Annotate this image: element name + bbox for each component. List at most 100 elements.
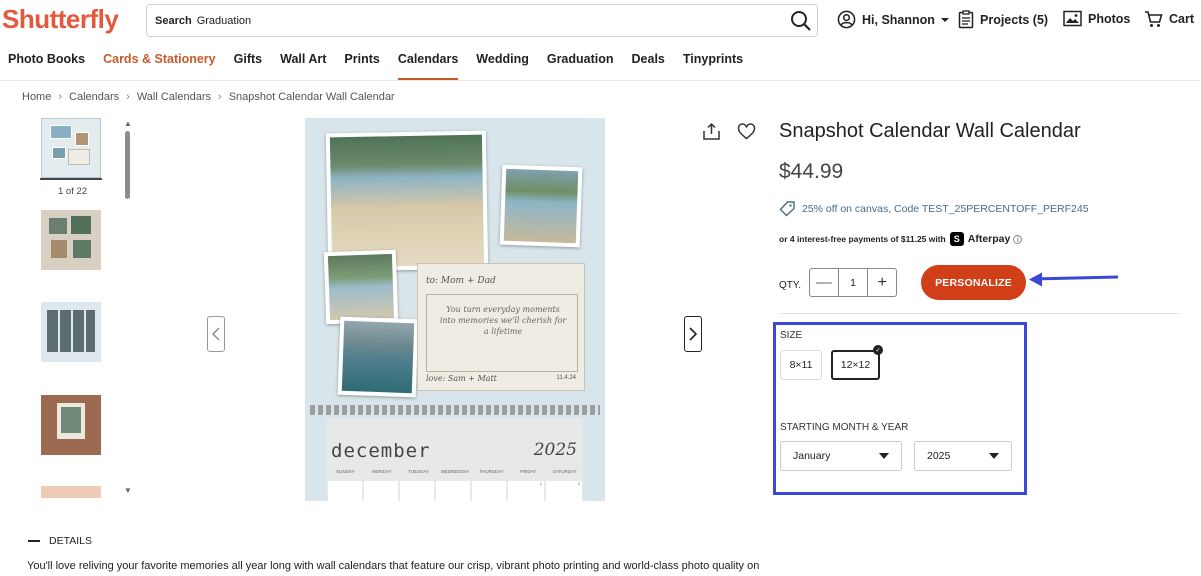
account-menu[interactable]: Hi, Shannon [837, 10, 956, 29]
thumbnail-scrollbar[interactable]: ▲ ▼ [124, 119, 132, 499]
quantity-stepper: — 1 + [809, 268, 897, 297]
message-card: to: Mom + Dad You turn everyday moments … [417, 263, 585, 391]
cart-icon [1145, 11, 1163, 27]
thumbnail-4[interactable] [41, 395, 101, 455]
search-bar[interactable]: Search Graduation [146, 4, 818, 37]
breadcrumb-wall-calendars[interactable]: Wall Calendars [137, 91, 211, 103]
promo-text: 25% off on canvas, Code TEST_25PERCENTOF… [802, 202, 1089, 215]
nav-gifts[interactable]: Gifts [234, 52, 262, 80]
user-icon [837, 10, 856, 29]
nav-prints[interactable]: Prints [344, 52, 379, 80]
product-preview-image: to: Mom + Dad You turn everyday moments … [305, 118, 605, 501]
size-option-8x11[interactable]: 8×11 [780, 350, 822, 380]
section-divider [779, 313, 1180, 314]
product-title: Snapshot Calendar Wall Calendar [779, 120, 1081, 142]
calendar-day-cell [364, 481, 398, 501]
annotation-arrow-icon [1029, 272, 1119, 287]
scrollbar-thumb[interactable] [125, 131, 130, 199]
calendar-day-cell [472, 481, 506, 501]
calendar-month-page: december 2025 SUNDAY MONDAY TUESDAY WEDN… [327, 418, 583, 501]
weekday-label: TUESDAY [407, 469, 429, 474]
size-option-12x12[interactable]: 12×12 [831, 350, 880, 380]
cart-label: Cart [1169, 12, 1195, 26]
photos-link[interactable]: Photos [1063, 10, 1130, 27]
thumbnail-1[interactable] [41, 118, 101, 178]
breadcrumb-calendars[interactable]: Calendars [69, 91, 119, 103]
collage-photo-shore [323, 249, 399, 325]
afterpay-logo-icon: S [949, 232, 964, 246]
afterpay-row: or 4 interest-free payments of $11.25 wi… [779, 232, 1023, 246]
nav-wall-art[interactable]: Wall Art [280, 52, 326, 80]
month-select[interactable]: January [780, 441, 902, 471]
previous-image-button[interactable] [207, 316, 225, 352]
personalize-button[interactable]: PERSONALIZE [921, 265, 1026, 300]
breadcrumb-home[interactable]: Home [22, 91, 51, 103]
thumbnail-selected-bar [40, 178, 102, 180]
search-input[interactable]: Graduation [197, 15, 251, 27]
nav-graduation[interactable]: Graduation [547, 52, 614, 80]
projects-link[interactable]: Projects (5) [958, 10, 1048, 29]
favorite-heart-icon[interactable] [737, 123, 756, 140]
calendar-day-cell [436, 481, 470, 501]
nav-tinyprints[interactable]: Tinyprints [683, 52, 743, 80]
breadcrumb: Home › Calendars › Wall Calendars › Snapshot C… [22, 91, 395, 103]
product-price: $44.99 [779, 160, 844, 183]
thumbnail-3[interactable] [41, 302, 101, 362]
year-select[interactable]: 2025 [914, 441, 1012, 471]
next-image-button[interactable] [684, 316, 702, 352]
thumbnail-5[interactable] [41, 486, 101, 498]
photo-icon [1063, 10, 1082, 27]
weekday-label: WEDNESDAY [440, 469, 470, 474]
card-date-text: 11.4.24 [556, 375, 576, 381]
scroll-down-icon[interactable]: ▼ [124, 486, 132, 495]
account-label: Hi, Shannon [862, 12, 935, 27]
details-description: You'll love reliving your favorite memor… [27, 560, 760, 572]
month-select-value: January [793, 450, 831, 462]
calendar-day-cell [400, 481, 434, 501]
size-label: SIZE [780, 330, 803, 341]
breadcrumb-separator: › [58, 91, 63, 103]
shutterfly-logo[interactable]: Shutterfly [2, 4, 119, 35]
weekday-label: MONDAY [372, 469, 392, 474]
weekday-label: SUNDAY [336, 469, 355, 474]
card-to-text: to: Mom + Dad [426, 276, 496, 286]
calendar-month: december [331, 440, 431, 462]
cart-link[interactable]: Cart [1144, 10, 1194, 28]
calendar-day-cell: 2 [546, 481, 582, 501]
qty-decrease-button[interactable]: — [810, 269, 839, 296]
search-label: Search [155, 14, 192, 27]
collage-photo-child-water [337, 316, 419, 398]
details-toggle[interactable]: DETAILS [28, 535, 92, 547]
calendar-day-cell [328, 481, 362, 501]
weekday-label: FRIDAY [520, 469, 537, 474]
afterpay-text: or 4 interest-free payments of $11.25 wi… [779, 234, 946, 244]
tag-icon [779, 201, 795, 217]
qty-increase-button[interactable]: + [867, 269, 896, 296]
nav-photo-books[interactable]: Photo Books [8, 52, 85, 80]
chevron-left-icon [212, 327, 220, 341]
collapse-icon [28, 540, 40, 542]
nav-divider [0, 80, 1201, 81]
nav-calendars[interactable]: Calendars [397, 52, 459, 80]
caret-down-icon [879, 453, 889, 459]
promo-banner: 25% off on canvas, Code TEST_25PERCENTOF… [779, 200, 1089, 217]
year-select-value: 2025 [927, 450, 951, 462]
qty-value[interactable]: 1 [839, 269, 868, 296]
calendar-day-grid: 1 2 [327, 481, 583, 501]
calendar-year: 2025 [533, 440, 577, 460]
card-message-text: You turn everyday moments into memories … [439, 305, 567, 336]
nav-wedding[interactable]: Wedding [476, 52, 529, 80]
breadcrumb-separator: › [218, 91, 222, 103]
nav-deals[interactable]: Deals [632, 52, 665, 80]
search-icon[interactable] [789, 9, 813, 33]
scroll-up-icon[interactable]: ▲ [124, 119, 132, 128]
info-icon[interactable]: i [1013, 234, 1023, 244]
share-icon[interactable] [702, 122, 721, 141]
projects-label: Projects (5) [980, 12, 1049, 27]
chevron-down-icon [940, 17, 949, 22]
breadcrumb-separator: › [126, 91, 130, 103]
clipboard-icon [958, 10, 974, 29]
nav-cards-stationery[interactable]: Cards & Stationery [103, 52, 216, 80]
chevron-right-icon [689, 327, 697, 341]
thumbnail-2[interactable] [41, 210, 101, 270]
